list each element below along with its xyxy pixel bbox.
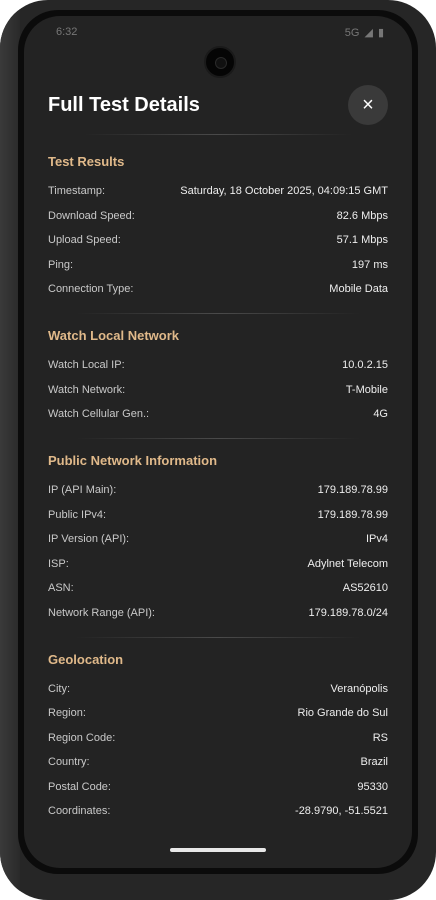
detail-label: Watch Network: (48, 383, 126, 396)
details-content: Test Results Timestamp: Saturday, 18 Octob… (48, 140, 388, 828)
detail-label: Connection Type: (48, 283, 134, 295)
detail-row: Coordinates: -28.9790, -51.5521 (48, 803, 388, 819)
detail-value: T-Mobile (345, 383, 388, 396)
detail-label: IP Version (API): (48, 533, 130, 545)
detail-row: Country: Brazil (48, 754, 388, 770)
section-geolocation: Geolocation City: Veranópolis Region: Rio Gr… (48, 652, 388, 820)
section-divider (76, 438, 360, 439)
detail-value: 10.0.2.15 (342, 359, 388, 371)
detail-label: Postal Code: (48, 780, 111, 793)
detail-value: Brazil (360, 756, 388, 768)
network-type: 5G (344, 26, 360, 39)
dialog-header: Full Test Details × (48, 80, 388, 130)
detail-row: Network Range (API): 179.189.78.0/24 (48, 605, 388, 621)
status-bar: 6:32 5G ◢ ▮ (24, 16, 412, 50)
detail-value: AS52610 (342, 582, 388, 594)
screen: 6:32 5G ◢ ▮ Full Test Details × Test Res… (18, 10, 418, 874)
detail-label: Upload Speed: (48, 234, 121, 246)
detail-row: Watch Local IP: 10.0.2.15 (48, 357, 388, 373)
detail-value: 179.189.78.99 (317, 508, 388, 521)
detail-label: ISP: (48, 557, 69, 570)
detail-row: Timestamp: Saturday, 18 October 2025, 04:… (48, 183, 388, 199)
section-divider (76, 313, 360, 314)
detail-label: Region: (48, 707, 86, 719)
battery-icon: ▮ (377, 27, 384, 39)
section-title: Public Network Information (48, 453, 218, 468)
detail-value: 179.189.78.0/24 (308, 606, 388, 619)
detail-row: Region: Rio Grande do Sul (48, 705, 388, 721)
detail-label: Country: (48, 756, 90, 768)
detail-row: IP Version (API): IPv4 (48, 531, 388, 547)
status-icons: 5G ◢ ▮ (344, 26, 384, 40)
detail-value: 57.1 Mbps (336, 234, 388, 246)
phone-device: 6:32 5G ◢ ▮ Full Test Details × Test Res… (0, 0, 436, 900)
close-button[interactable]: × (348, 85, 388, 125)
detail-value: 82.6 Mbps (336, 209, 388, 222)
status-time: 6:32 (56, 26, 78, 38)
detail-value: Mobile Data (329, 283, 388, 295)
close-icon: × (362, 93, 374, 116)
detail-row: IP (API Main): 179.189.78.99 (48, 482, 388, 498)
detail-row: Watch Cellular Gen.: 4G (48, 406, 388, 422)
section-watch-local-network: Watch Local Network Watch Local IP: 10.0.2… (48, 328, 388, 439)
divider (84, 134, 352, 135)
detail-row: ASN: AS52610 (48, 580, 388, 596)
detail-value: Veranópolis (330, 682, 389, 695)
detail-row: Ping: 197 ms (48, 257, 388, 273)
signal-icon: ◢ (364, 27, 373, 39)
detail-row: ISP: Adylnet Telecom (48, 556, 388, 572)
detail-label: Region Code: (48, 731, 116, 744)
detail-value: 197 ms (351, 258, 388, 271)
detail-value: 4G (373, 408, 388, 420)
detail-value: -28.9790, -51.5521 (295, 805, 388, 817)
detail-row: Public IPv4: 179.189.78.99 (48, 507, 388, 523)
detail-label: IP (API Main): (48, 484, 117, 496)
detail-row: Download Speed: 82.6 Mbps (48, 208, 388, 224)
detail-value: Adylnet Telecom (307, 557, 388, 570)
detail-row: City: Veranópolis (48, 681, 388, 697)
detail-row: Connection Type: Mobile Data (48, 281, 388, 297)
detail-value: Rio Grande do Sul (297, 707, 389, 719)
detail-value: RS (372, 731, 388, 744)
detail-row: Watch Network: T-Mobile (48, 382, 388, 398)
section-title: Geolocation (48, 651, 124, 667)
detail-value: IPv4 (365, 533, 388, 545)
home-indicator[interactable] (170, 848, 266, 852)
detail-label: Network Range (API): (48, 606, 155, 619)
section-public-network-information: Public Network Information IP (API Main):… (48, 453, 388, 638)
detail-value: Saturday, 18 October 2025, 04:09:15 GMT (180, 185, 388, 197)
detail-label: Public IPv4: (48, 508, 107, 521)
section-divider (76, 636, 360, 638)
detail-label: Ping: (48, 258, 74, 271)
detail-label: City: (48, 682, 70, 695)
detail-label: Timestamp: (48, 185, 106, 197)
detail-row: Postal Code: 95330 (48, 779, 388, 795)
detail-label: Watch Cellular Gen.: (48, 408, 150, 420)
section-test-results: Test Results Timestamp: Saturday, 18 Octob… (48, 154, 388, 314)
detail-row: Upload Speed: 57.1 Mbps (48, 232, 388, 248)
section-title: Test Results (48, 154, 125, 169)
device-bezel (0, 0, 20, 900)
detail-row: Region Code: RS (48, 730, 388, 746)
detail-label: ASN: (48, 582, 74, 594)
detail-label: Download Speed: (48, 209, 135, 222)
dialog-title: Full Test Details (48, 93, 200, 116)
detail-label: Watch Local IP: (48, 359, 125, 371)
dialog: 6:32 5G ◢ ▮ Full Test Details × Test Res… (24, 16, 412, 868)
section-title: Watch Local Network (48, 328, 179, 343)
detail-value: 95330 (357, 780, 388, 793)
detail-label: Coordinates: (48, 805, 111, 817)
detail-value: 179.189.78.99 (317, 484, 388, 496)
front-camera (204, 46, 236, 78)
